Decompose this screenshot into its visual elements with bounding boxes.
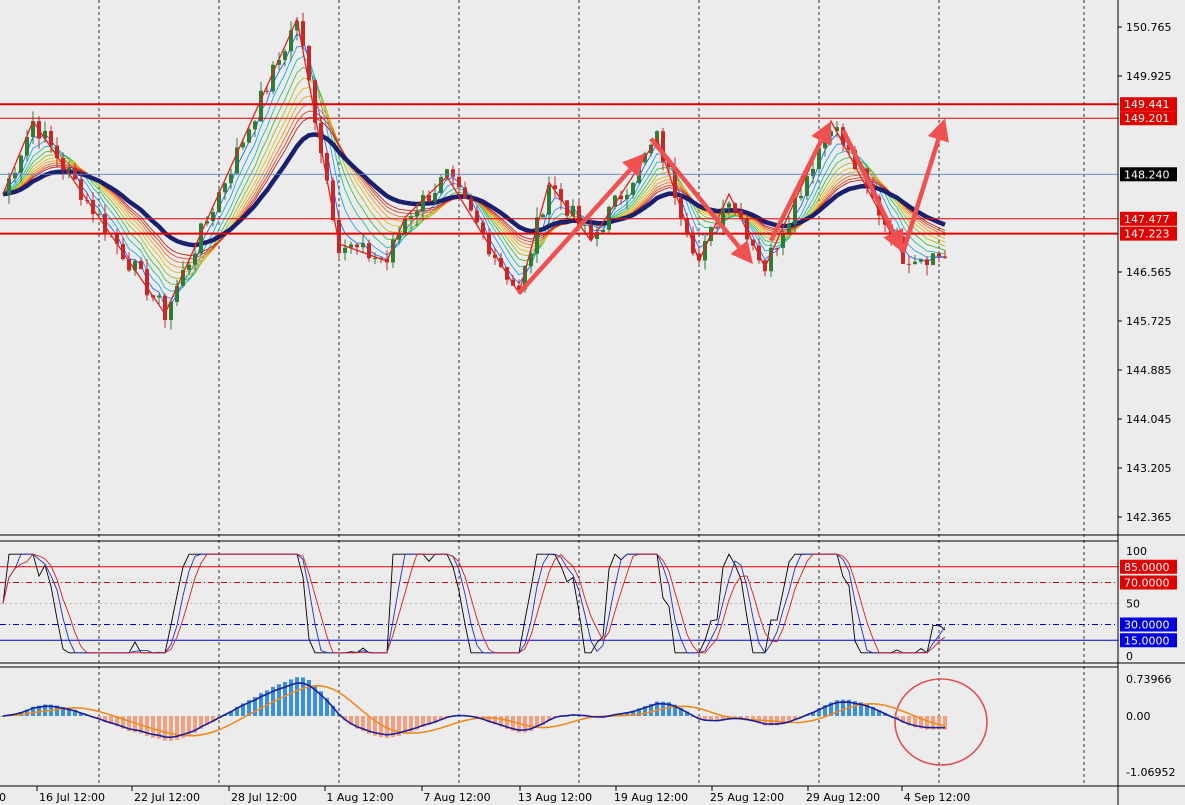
x-tick-label: 28 Jul 12:00 [231, 791, 297, 804]
x-tick-label: 13 Aug 12:00 [518, 791, 592, 804]
candle-body [19, 155, 23, 173]
chart-background [0, 0, 1185, 805]
candle-body [715, 227, 719, 229]
stoch-level-label: 15.0000 [1124, 634, 1170, 647]
candle-body [601, 229, 605, 233]
candle-body [373, 258, 377, 260]
candle-body [211, 212, 215, 222]
candle-body [145, 269, 149, 296]
y-tick-label: 150.765 [1126, 21, 1172, 34]
candle-body [433, 192, 437, 202]
stoch-level-label: 30.0000 [1124, 619, 1170, 632]
candle-body [163, 295, 167, 321]
price-level-label: 147.477 [1124, 213, 1170, 226]
price-level-label: 149.201 [1124, 112, 1170, 125]
current-price-label: 148.240 [1124, 168, 1170, 181]
candle-body [775, 247, 779, 249]
candle-body [913, 261, 917, 265]
candle-body [469, 198, 473, 211]
candle-body [187, 264, 191, 271]
candle-body [223, 183, 227, 193]
candle-body [475, 210, 479, 223]
trading-chart[interactable]: 150.765 149.925 146.565 145.725 144.885 144.0… [0, 0, 1185, 805]
x-tick-label: 29 Aug 12:00 [806, 791, 880, 804]
candle-body [283, 51, 287, 60]
macd-tick-label: 0.73966 [1126, 673, 1172, 686]
stoch-level-label: 70.0000 [1124, 577, 1170, 590]
y-tick-label: 142.365 [1126, 511, 1172, 524]
candle-body [199, 223, 203, 254]
candle-body [457, 176, 461, 188]
candle-body [67, 167, 71, 170]
price-level-label: 149.441 [1124, 98, 1170, 111]
macd-tick-label: -1.06952 [1126, 766, 1175, 779]
candle-body [13, 172, 17, 179]
candle-body [343, 247, 347, 253]
candle-body [907, 263, 911, 265]
candle-body [781, 234, 785, 248]
price-level-label: 147.223 [1124, 228, 1170, 241]
candle-body [253, 121, 257, 130]
candle-body [421, 194, 425, 212]
candle-body [919, 259, 923, 262]
candle-body [931, 253, 935, 265]
candle-body [49, 130, 53, 146]
candle-body [415, 211, 419, 217]
x-tick-label: 19 Aug 12:00 [614, 791, 688, 804]
x-tick-label: 4 Sep 12:00 [904, 791, 970, 804]
candle-body [925, 259, 929, 265]
candle-body [157, 295, 161, 298]
candle-body [463, 187, 467, 199]
candle-body [799, 195, 803, 199]
candle-body [583, 224, 587, 226]
stoch-tick-label: 0 [1126, 650, 1133, 663]
x-tick-label: 1 Aug 12:00 [326, 791, 393, 804]
stoch-tick-label: 50 [1126, 598, 1140, 611]
stoch-level-label: 85.0000 [1124, 561, 1170, 574]
candle-body [631, 182, 635, 195]
candle-body [439, 177, 443, 193]
candle-body [247, 129, 251, 143]
candle-body [451, 169, 455, 177]
y-tick-label: 143.205 [1126, 462, 1172, 475]
candle-body [805, 176, 809, 196]
candle-body [811, 168, 815, 177]
candle-body [139, 260, 143, 270]
candle-body [589, 224, 593, 240]
candle-body [943, 256, 947, 258]
x-tick-label: 16 Jul 12:00 [39, 791, 105, 804]
candle-body [367, 243, 371, 259]
y-tick-label: 145.725 [1126, 315, 1172, 328]
candle-body [937, 253, 941, 257]
y-tick-label: 149.925 [1126, 70, 1172, 83]
candle-body [229, 173, 233, 184]
y-tick-label: 146.565 [1126, 266, 1172, 279]
candle-body [727, 203, 731, 208]
y-tick-label: 144.045 [1126, 413, 1172, 426]
candle-body [541, 214, 545, 218]
candle-body [73, 167, 77, 180]
x-tick-label: 25 Aug 12:00 [710, 791, 784, 804]
x-tick-label-partial: 00 [0, 791, 6, 804]
stoch-tick-label: 100 [1126, 545, 1147, 558]
candle-body [625, 194, 629, 200]
candle-body [361, 243, 365, 248]
candle-body [355, 244, 359, 248]
x-tick-label: 22 Jul 12:00 [134, 791, 200, 804]
y-tick-label: 144.885 [1126, 364, 1172, 377]
x-tick-label: 7 Aug 12:00 [423, 791, 490, 804]
candle-body [193, 253, 197, 265]
macd-tick-label: 0.00 [1126, 710, 1151, 723]
candle-body [265, 90, 269, 92]
